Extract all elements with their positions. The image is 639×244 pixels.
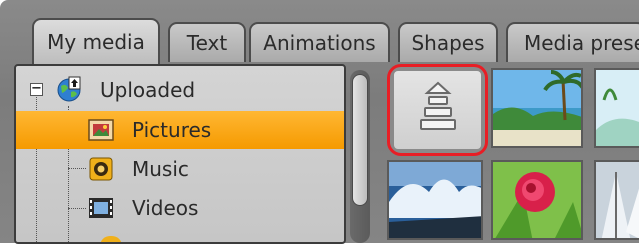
- tab-label: Text: [186, 31, 228, 55]
- tree-item-uploaded[interactable]: − Uploaded: [16, 71, 344, 109]
- tab-label: Shapes: [411, 31, 485, 55]
- tree-scrollbar[interactable]: [350, 70, 370, 243]
- tab-text[interactable]: Text: [168, 22, 246, 62]
- coast-thumbnail[interactable]: [594, 68, 639, 148]
- pink-flower-thumbnail[interactable]: [491, 160, 583, 240]
- snow-tree-image: [596, 162, 639, 238]
- tree-item-label: Pictures: [132, 118, 212, 142]
- tab-media-presets[interactable]: Media prese: [506, 22, 639, 62]
- tab-my-media[interactable]: My media: [32, 18, 160, 64]
- tree-item-music[interactable]: Music: [16, 150, 344, 188]
- tree-item-pictures[interactable]: Pictures: [16, 111, 344, 149]
- tree-item-label: Videos: [132, 196, 199, 220]
- music-speaker-icon: [89, 157, 113, 181]
- scrollbar-thumb[interactable]: [352, 74, 368, 206]
- tab-animations[interactable]: Animations: [249, 22, 390, 62]
- upload-stack-icon: [419, 81, 456, 130]
- media-browser-panel: My media Text Animations Shapes Media pr…: [0, 0, 639, 244]
- tab-shapes[interactable]: Shapes: [398, 22, 498, 62]
- tab-label: My media: [47, 30, 145, 54]
- folder-tree: − Uploaded Pictures Music Videos: [14, 64, 346, 244]
- ocean-wave-thumbnail[interactable]: [387, 160, 483, 240]
- globe-upload-icon: [57, 76, 81, 102]
- tree-item-videos[interactable]: Videos: [16, 189, 344, 227]
- collapse-toggle[interactable]: −: [30, 82, 43, 96]
- ocean-wave-image: [389, 162, 481, 238]
- tab-bar: My media Text Animations Shapes Media pr…: [0, 0, 639, 64]
- upload-tile-face: [394, 71, 481, 149]
- tab-label: Animations: [263, 31, 376, 55]
- picture-icon: [88, 119, 114, 141]
- tree-item-label: Music: [132, 157, 189, 181]
- palm-beach-thumbnail[interactable]: [491, 68, 583, 148]
- palm-beach-image: [493, 70, 581, 146]
- pink-flower-image: [493, 162, 581, 238]
- snow-tree-thumbnail[interactable]: [594, 160, 639, 240]
- film-strip-icon: [89, 198, 113, 218]
- coast-image: [596, 70, 639, 146]
- tree-item-label: Uploaded: [100, 78, 196, 102]
- upload-media-button[interactable]: [387, 64, 488, 156]
- tab-label: Media prese: [524, 31, 639, 55]
